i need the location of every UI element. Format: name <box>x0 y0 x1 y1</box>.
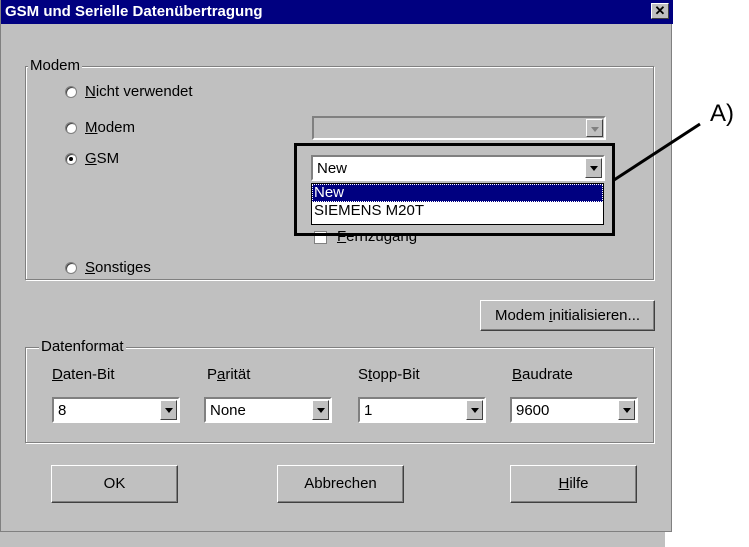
datenformat-group-legend: Datenformat <box>39 338 126 355</box>
chevron-down-icon[interactable] <box>312 400 329 420</box>
title-bar[interactable]: GSM und Serielle Datenübertragung ✕ <box>1 0 673 24</box>
radio-indicator-checked[interactable] <box>65 153 77 165</box>
paritaet-label: Parität <box>207 366 251 383</box>
radio-indicator[interactable] <box>65 122 77 134</box>
radio-gsm[interactable]: GSM <box>65 151 119 167</box>
chevron-down-icon <box>586 119 603 137</box>
radio-label-modem: Modem <box>85 119 136 136</box>
datenformat-group <box>25 347 654 443</box>
radio-label-nicht-verwendet: Nicht verwendet <box>85 83 193 100</box>
modem-initialize-button[interactable]: Modem initialisieren... <box>480 300 655 331</box>
bottom-strip <box>0 532 665 547</box>
daten-bit-label: Daten-Bit <box>52 366 115 383</box>
radio-label-sonstiges: Sonstiges <box>85 259 151 276</box>
paritaet-select[interactable]: None <box>204 397 332 423</box>
chevron-down-icon[interactable] <box>466 400 483 420</box>
callout-box <box>294 143 615 236</box>
radio-indicator[interactable] <box>65 86 77 98</box>
radio-sonstiges[interactable]: Sonstiges <box>65 260 151 276</box>
modem-combo <box>312 116 606 140</box>
baudrate-value: 9600 <box>516 402 550 419</box>
radio-modem[interactable]: Modem <box>65 120 135 136</box>
help-button[interactable]: Hilfe <box>510 465 637 503</box>
callout-label: A) <box>710 100 734 127</box>
chevron-down-icon[interactable] <box>160 400 177 420</box>
daten-bit-value: 8 <box>58 402 67 419</box>
window-title: GSM und Serielle Datenübertragung <box>5 3 263 20</box>
close-button[interactable]: ✕ <box>651 3 669 19</box>
baudrate-label: Baudrate <box>512 366 573 383</box>
radio-indicator[interactable] <box>65 262 77 274</box>
ok-button[interactable]: OK <box>51 465 178 503</box>
chevron-down-icon[interactable] <box>618 400 635 420</box>
baudrate-select[interactable]: 9600 <box>510 397 638 423</box>
cancel-button[interactable]: Abbrechen <box>277 465 404 503</box>
radio-nicht-verwendet[interactable]: Nicht verwendet <box>65 84 193 100</box>
modem-group-legend: Modem <box>28 57 83 74</box>
stopp-bit-select[interactable]: 1 <box>358 397 486 423</box>
stopp-bit-label: Stopp-Bit <box>358 366 420 383</box>
dialog-window: GSM und Serielle Datenübertragung ✕ Mode… <box>0 0 673 532</box>
daten-bit-select[interactable]: 8 <box>52 397 180 423</box>
radio-label-gsm: GSM <box>85 150 120 167</box>
stopp-bit-value: 1 <box>364 402 373 419</box>
paritaet-value: None <box>210 402 246 419</box>
